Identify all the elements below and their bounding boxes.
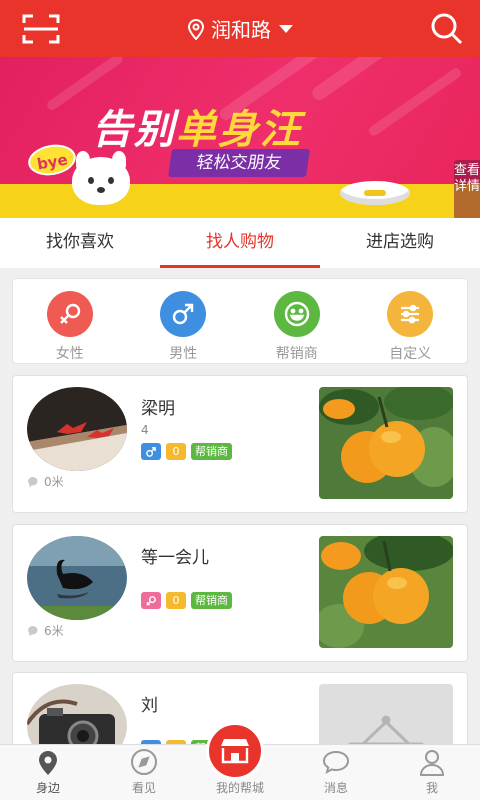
dog-eye — [88, 177, 94, 184]
banner-subtitle: 轻松交朋友 — [168, 149, 310, 177]
bone-icon — [364, 190, 386, 196]
location-pin-icon — [187, 18, 205, 40]
location-pin-icon — [39, 751, 57, 775]
nav-me[interactable]: 我 — [384, 745, 480, 800]
my-city-button[interactable] — [206, 722, 264, 780]
shop-icon — [221, 739, 249, 764]
dog-ear — [76, 151, 90, 169]
promo-banner[interactable]: 告别单身汪 轻松交朋友 bye 查看详情 — [0, 57, 480, 218]
user-name: 刘 — [141, 696, 158, 716]
bye-bubble: bye — [25, 141, 79, 179]
dog-nose — [97, 187, 105, 193]
nav-label: 我的帮城 — [215, 781, 264, 795]
user-name: 等一会儿 — [141, 548, 209, 568]
bowl-illustration — [340, 181, 410, 205]
product-photo[interactable] — [319, 536, 453, 648]
chevron-down-icon — [279, 24, 293, 33]
user-card[interactable]: 等一会儿 0 帮销商 6米 — [12, 524, 468, 662]
user-count: 4 — [141, 423, 149, 437]
distance: 0米 — [27, 473, 64, 490]
distance-value: 0米 — [44, 475, 64, 489]
person-icon — [419, 750, 445, 776]
banner-decoration — [367, 66, 463, 138]
compass-icon — [131, 749, 157, 775]
category-filter: 女性 男性 帮销商 自定义 — [12, 278, 468, 364]
user-name: 梁明 — [141, 399, 175, 419]
nav-messages[interactable]: 消息 — [288, 745, 384, 800]
role-badge: 帮销商 — [191, 592, 232, 609]
scan-icon[interactable] — [22, 13, 60, 45]
smile-icon — [273, 291, 320, 337]
banner-title: 告别单身汪 — [92, 97, 302, 155]
category-label: 男性 — [169, 346, 198, 362]
female-icon — [141, 592, 161, 609]
search-icon[interactable] — [430, 12, 464, 46]
tab-find-people-shopping[interactable]: 找人购物 — [160, 218, 320, 268]
category-label: 帮销商 — [275, 346, 318, 362]
user-card[interactable]: 梁明 4 0 帮销商 0米 — [12, 375, 468, 513]
chat-bubble-icon — [322, 750, 350, 775]
dog-eye — [108, 177, 114, 184]
product-photo[interactable] — [319, 387, 453, 499]
tab-bar: 找你喜欢 找人购物 进店选购 — [0, 218, 480, 268]
category-label: 女性 — [55, 346, 84, 362]
nav-label: 身边 — [35, 781, 60, 795]
tab-store-shopping[interactable]: 进店选购 — [320, 218, 480, 268]
category-male[interactable]: 男性 — [127, 279, 241, 363]
chat-bubble-icon — [28, 625, 38, 636]
banner-title-part2: 单身汪 — [176, 107, 302, 153]
nav-label: 消息 — [323, 781, 348, 795]
banner-title-part1: 告别 — [92, 107, 176, 153]
level-badge: 0 — [166, 592, 186, 609]
view-details-button[interactable]: 查看详情 — [454, 160, 480, 218]
female-icon — [46, 291, 93, 337]
male-icon — [141, 443, 161, 460]
nav-nearby[interactable]: 身边 — [0, 745, 96, 800]
chat-bubble-icon — [28, 476, 38, 487]
tab-find-you-like[interactable]: 找你喜欢 — [0, 218, 160, 268]
male-icon — [160, 291, 207, 337]
category-label: 自定义 — [389, 346, 432, 362]
nav-label: 我 — [425, 781, 438, 795]
avatar[interactable] — [27, 536, 127, 620]
user-badges: 0 帮销商 — [141, 592, 232, 609]
nav-see[interactable]: 看见 — [96, 745, 192, 800]
distance-value: 6米 — [44, 624, 64, 638]
category-custom[interactable]: 自定义 — [354, 279, 468, 363]
avatar[interactable] — [27, 387, 127, 471]
level-badge: 0 — [166, 443, 186, 460]
location-selector[interactable]: 润和路 — [187, 14, 293, 43]
role-badge: 帮销商 — [191, 443, 232, 460]
top-bar: 润和路 — [0, 0, 480, 57]
dog-illustration — [72, 151, 130, 205]
distance: 6米 — [27, 622, 64, 639]
nav-label: 看见 — [131, 781, 156, 795]
category-sales-helper[interactable]: 帮销商 — [240, 279, 354, 363]
sliders-icon — [387, 291, 434, 337]
location-label: 润和路 — [211, 18, 271, 42]
dog-ear — [112, 151, 126, 169]
category-female[interactable]: 女性 — [13, 279, 127, 363]
user-badges: 0 帮销商 — [141, 443, 232, 460]
